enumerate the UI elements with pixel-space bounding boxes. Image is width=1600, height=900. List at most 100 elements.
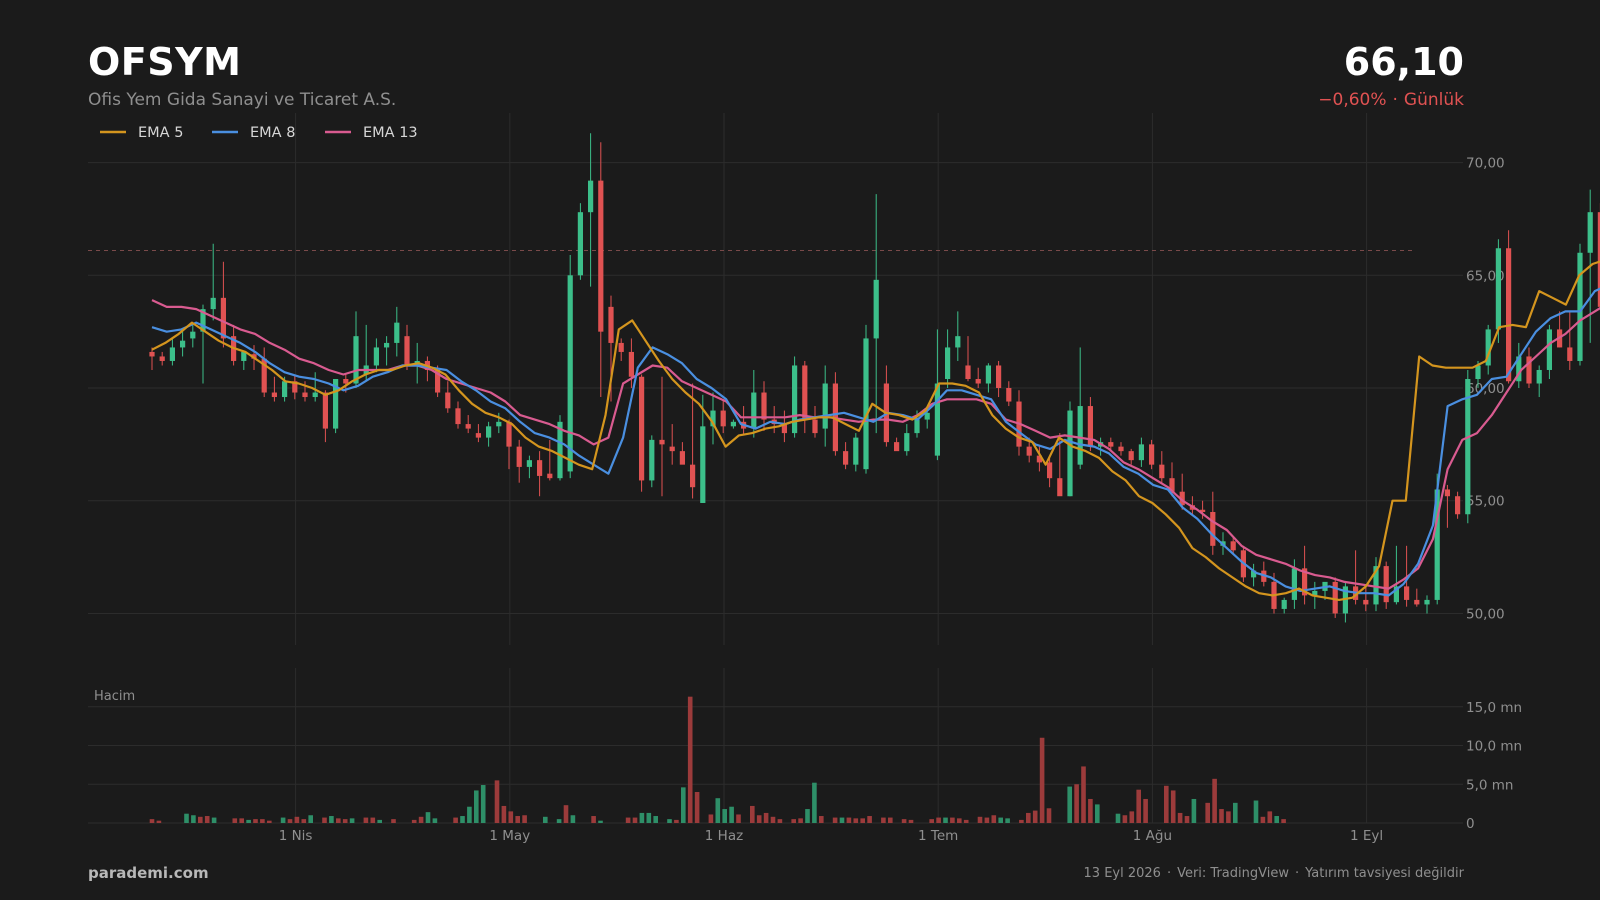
candle-body — [190, 331, 196, 339]
candle-body — [894, 442, 900, 452]
volume-bar — [957, 818, 962, 823]
candle — [1526, 347, 1532, 389]
candle — [853, 433, 859, 472]
volume-bar — [480, 785, 486, 823]
candle-body — [567, 275, 573, 472]
candle — [904, 424, 910, 456]
candle-body — [1149, 444, 1155, 465]
candle-body — [985, 365, 991, 384]
candle — [781, 410, 787, 443]
candle — [1302, 545, 1308, 605]
volume-bar — [211, 817, 217, 823]
volume-bar — [832, 817, 838, 823]
candle — [669, 424, 675, 465]
candle-body — [1108, 442, 1114, 447]
candle-body — [210, 297, 216, 310]
volume-bar — [474, 790, 479, 823]
volume-bar — [425, 812, 431, 823]
candle — [1546, 324, 1552, 379]
candle — [822, 365, 828, 447]
legend-item: EMA 13 — [325, 125, 418, 141]
volume-bar — [1129, 811, 1135, 823]
volume-bar — [708, 814, 714, 823]
volume-bar — [805, 809, 810, 823]
volume-bar — [1212, 778, 1217, 823]
candle — [975, 367, 981, 389]
volume-bar — [329, 816, 334, 823]
candle-body — [904, 433, 910, 452]
volume-title: Hacim — [94, 689, 135, 704]
candle-body — [1118, 446, 1124, 452]
candle — [1373, 557, 1379, 612]
volume-bar — [1260, 816, 1266, 823]
candle — [1087, 397, 1093, 452]
candle-body — [659, 439, 665, 445]
volume-bar — [570, 815, 576, 823]
footer-note: 13 Eyl 2026 · Veri: TradingView · Yatırım ta… — [1084, 866, 1464, 881]
volume-bar — [653, 816, 658, 823]
volume-bar — [1039, 737, 1045, 823]
candle — [475, 424, 481, 443]
candle — [1393, 545, 1399, 605]
volume-bar — [467, 806, 472, 823]
candle-body — [588, 180, 594, 213]
candle — [894, 437, 900, 452]
volume-bar — [777, 819, 783, 823]
candle — [1516, 342, 1522, 389]
volume-bar — [370, 817, 376, 823]
candle-body — [720, 410, 726, 427]
volume-bar — [722, 809, 727, 823]
candle — [231, 324, 237, 366]
candle-body — [302, 392, 308, 398]
candle-body — [761, 392, 767, 420]
volume-bar — [1281, 819, 1286, 823]
legend-item: EMA 8 — [212, 125, 295, 141]
candle-body — [322, 392, 328, 429]
candle — [557, 415, 563, 481]
candle — [1455, 491, 1461, 519]
candle-body — [1536, 369, 1542, 384]
candle — [567, 255, 573, 479]
candle — [547, 439, 553, 481]
volume-bar — [984, 817, 990, 823]
candle-body — [1281, 599, 1287, 609]
y-tick-label: 50,00 — [1466, 606, 1505, 622]
candle-body — [934, 383, 940, 456]
candle-body — [1567, 347, 1573, 361]
candle — [1067, 401, 1073, 497]
candle-body — [1159, 464, 1165, 479]
volume-bar — [515, 816, 520, 823]
candle-body — [853, 437, 859, 465]
volume-bar — [888, 817, 893, 823]
candle-body — [220, 297, 226, 339]
candle — [996, 360, 1002, 398]
candle — [1444, 484, 1450, 528]
volume-bar — [543, 816, 548, 823]
volume-bar — [591, 816, 596, 823]
volume-bar — [301, 819, 307, 823]
candle — [1332, 577, 1338, 618]
candle — [292, 374, 298, 400]
volume-bar — [667, 819, 672, 823]
volume-bars — [149, 696, 1286, 823]
candle — [200, 304, 206, 384]
candle — [190, 322, 196, 348]
candle-body — [1291, 568, 1297, 600]
footer-brand[interactable]: parademi.com — [88, 864, 209, 882]
candle-body — [873, 279, 879, 339]
candle-body — [169, 347, 175, 361]
volume-bar — [453, 817, 458, 823]
volume-bar — [798, 818, 803, 823]
candle-body — [812, 419, 818, 434]
volume-bar — [860, 818, 865, 823]
volume-bar — [253, 819, 258, 823]
volume-bar — [639, 812, 645, 823]
candle — [955, 311, 961, 361]
volume-bar — [1136, 789, 1141, 823]
candle-body — [1424, 599, 1430, 605]
candle-body — [1577, 252, 1583, 361]
x-tick-label: 1 Tem — [918, 828, 958, 844]
volume-bar — [791, 819, 796, 823]
volume-bar — [522, 815, 527, 823]
candle-body — [1230, 541, 1236, 551]
